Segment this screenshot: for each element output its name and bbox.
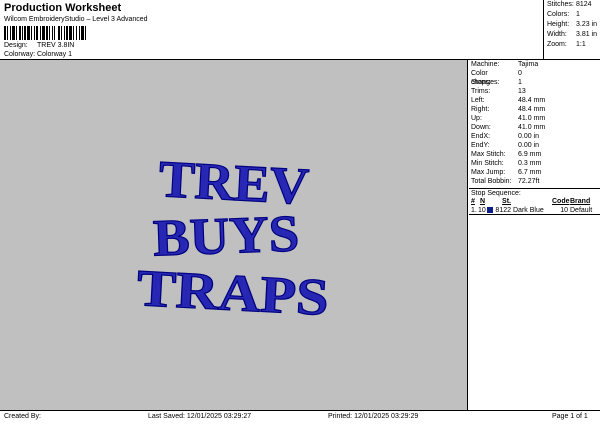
info-row: Up: 41.0 mm [469,114,600,123]
info-value: 48.4 mm [518,97,546,104]
info-label: EndY: [471,142,490,149]
info-value: 6.7 mm [518,169,542,176]
info-row: EndX: 0.00 in [469,132,600,141]
page-number: Page 1 of 1 [552,413,588,420]
info-label: Up: [471,115,482,122]
color-swatch [487,206,494,214]
stat-height: Height: 3.23 in [547,20,600,30]
info-row: Down: 41.0 mm [469,123,600,132]
design-info-panel: Machine: Tajima Color changes: 0 Stops: 1 Trim… [469,60,600,410]
stop-sequence-header: # N St. Code Brand [469,197,600,206]
barcode-bar [86,26,88,40]
production-worksheet: Production Worksheet Wilcom EmbroiderySt… [0,0,600,424]
info-value: 6.9 mm [518,151,542,158]
stat-label: Height: [547,21,570,28]
info-row: Max Stitch: 6.9 mm [469,150,600,159]
info-row: Left: 48.4 mm [469,96,600,105]
stat-value: 8124 [576,1,592,8]
info-label: Trims: [471,88,491,95]
software-subtitle: Wilcom EmbroideryStudio – Level 3 Advanc… [4,16,148,23]
info-row: Trims: 13 [469,87,600,96]
info-value: 72.27ft [518,178,540,185]
info-value: 41.0 mm [518,115,546,122]
info-label: Max Stitch: [471,151,506,158]
stat-colors: Colors: 1 [547,10,600,20]
col-code: Code [552,198,570,205]
info-row: Machine: Tajima [469,60,600,69]
info-label: Machine: [471,61,500,68]
stat-value: 3.23 in [576,21,598,28]
page-title: Production Worksheet [4,2,122,14]
stat-width: Width: 3.81 in [547,30,600,40]
info-row: Min Stitch: 0.3 mm [469,159,600,168]
info-label: Max Jump: [471,169,506,176]
col-st: St. [502,198,511,205]
stat-label: Width: [547,31,567,38]
info-value: 0.3 mm [518,160,542,167]
row-color-name: Dark Blue [513,207,544,214]
info-label: Min Stitch: [471,160,504,167]
row-stitches: 8122 [495,207,511,214]
info-row: Stops: 1 [469,78,600,87]
stop-sequence-row[interactable]: 1. 10 8122 Dark Blue 10 Default [469,206,600,215]
info-rows: Machine: Tajima Color changes: 0 Stops: 1 Trim… [469,60,600,186]
colorway-row: Colorway: Colorway 1 [4,51,72,58]
stat-value: 3.81 in [576,31,598,38]
info-row: Right: 48.4 mm [469,105,600,114]
info-value: 41.0 mm [518,124,546,131]
row-num: 1. [471,207,477,214]
col-swatch [487,197,494,206]
printed-date: Printed: 12/01/2025 03:29:29 [328,413,419,420]
stat-value: 1 [576,11,580,18]
colorway-value: Colorway 1 [37,51,73,58]
row-brand: Default [570,207,593,214]
stop-sequence-title: Stop Sequence: [469,188,600,197]
design-line-3: TRAPS [135,260,330,327]
colorway-label: Colorway: [4,51,36,58]
last-saved: Last Saved: 12/01/2025 03:29:27 [148,413,252,420]
info-value: 0 [518,70,522,77]
stat-label: Stitches: [547,1,574,8]
stat-stitches: Stitches: 8124 [547,0,600,10]
embroidery-design: TREV BUYS TRAPS [135,151,331,328]
info-row: Max Jump: 6.7 mm [469,168,600,177]
info-value: 0.00 in [518,133,540,140]
col-color [513,197,552,206]
info-label: Down: [471,124,491,131]
info-label: Color changes: [471,70,500,86]
col-num: # [471,198,475,205]
design-row: Design: TREV 3.8IN [4,42,74,49]
info-label: EndX: [471,133,491,140]
stat-label: Colors: [547,11,570,18]
barcode [4,26,116,40]
top-stats: Stitches: 8124 Colors: 1 Height: 3.23 in Wi… [543,0,600,59]
info-label: Total Bobbin: [471,178,512,185]
row-n: 10 [478,207,486,214]
info-label: Stops: [471,79,491,86]
row-code: 10 [560,207,568,214]
stat-label: Zoom: [547,41,567,48]
info-value: 13 [518,88,526,95]
design-line-2: BUYS [152,205,300,267]
info-row: Color changes: 0 [469,69,600,86]
col-n: N [479,198,485,205]
created-by: Created By: [4,413,41,420]
info-row: Total Bobbin: 72.27ft [469,177,600,186]
info-value: Tajima [518,61,539,68]
info-value: 1 [518,79,522,86]
info-label: Right: [471,106,490,113]
design-label: Design: [4,42,28,49]
footer-divider [0,410,600,411]
col-brand: Brand [570,198,591,205]
info-label: Left: [471,97,485,104]
stat-zoom: Zoom: 1:1 [547,40,600,50]
stat-value: 1:1 [576,41,586,48]
info-value: 0.00 in [518,142,540,149]
info-row: EndY: 0.00 in [469,141,600,150]
design-canvas[interactable]: TREV BUYS TRAPS [0,60,468,410]
design-value: TREV 3.8IN [37,42,75,49]
info-value: 48.4 mm [518,106,546,113]
